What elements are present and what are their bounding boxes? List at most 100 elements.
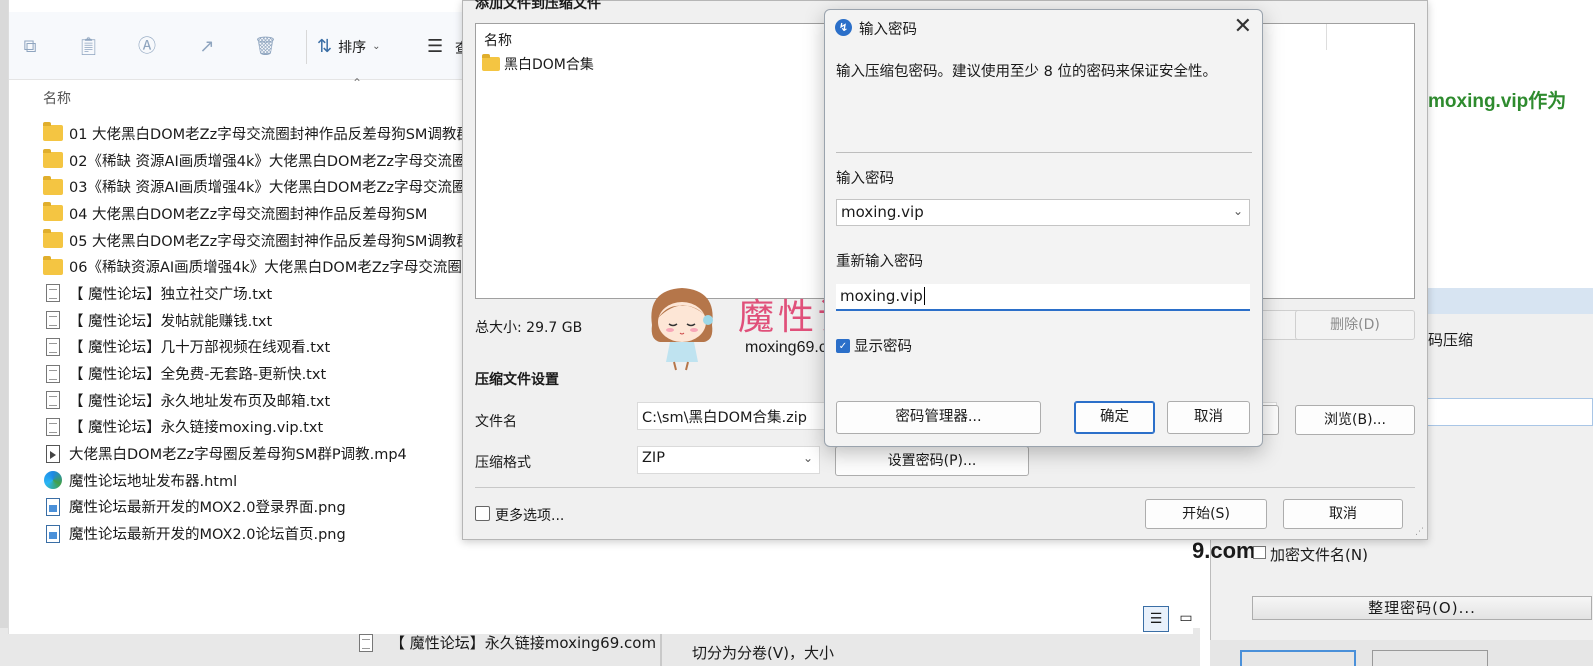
text-file-icon [359,633,373,652]
filename-label: 文件名 [475,414,517,430]
chevron-down-icon[interactable]: ⌄ [1233,204,1243,218]
folder-icon [482,54,500,71]
list-item[interactable]: 04 大佬黑白DOM老Zz字母交流圈封神作品反差母狗SM [43,200,483,227]
list-item[interactable]: 01 大佬黑白DOM老Zz字母交流圈封神作品反差母狗SM调教群 [43,120,483,147]
watermark-mascot-icon [651,288,713,371]
cancel-button[interactable]: 取消 [1167,401,1250,434]
password-dialog-titlebar: ↯ 输入密码 ✕ [825,10,1262,44]
archive-item-name: 黑白DOM合集 [504,57,594,73]
text-file-icon [46,337,60,356]
toolbar-separator [306,30,307,64]
view-icon[interactable]: ☰ [427,36,443,57]
background-focused-button[interactable] [1240,650,1356,666]
delete-button[interactable]: 删除(D) [1295,310,1415,340]
reenter-password-label: 重新输入密码 [836,254,923,270]
list-item[interactable]: 魔性论坛最新开发的MOX2.0论坛首页.png [43,520,483,547]
column-header-name[interactable]: 名称 [43,88,71,108]
video-file-icon [46,444,60,463]
background-compress-label: 码压缩 [1428,331,1474,349]
text-file-icon [46,311,60,330]
rename-icon[interactable]: Ⓐ [136,36,158,58]
format-value: ZIP [642,450,665,466]
reenter-password-input[interactable]: moxing.vip [836,284,1250,311]
list-item[interactable]: 魔性论坛地址发布器.html [43,467,483,494]
text-file-icon [46,284,60,303]
list-item[interactable]: 【 魔性论坛】发帖就能赚钱.txt [43,307,483,334]
more-options-checkbox[interactable] [475,506,490,521]
list-item[interactable]: 【 魔性论坛】独立社交广场.txt [43,280,483,307]
list-item[interactable]: 【 魔性论坛】全免费-无套路-更新快.txt [43,360,483,387]
paste-icon[interactable]: 📋︎ [77,36,100,58]
background-button[interactable] [1372,650,1488,666]
archive-dialog-title: 添加文件到压缩文件 [475,0,601,12]
folder-icon [43,229,63,249]
details-view-icon[interactable]: ☰ [1143,606,1169,632]
text-file-icon [46,364,60,383]
folder-icon [43,175,63,195]
file-name: 魔性论坛最新开发的MOX2.0登录界面.png [69,500,346,517]
list-item[interactable]: 03《稀缺 资源AI画质增强4k》大佬黑白DOM老Zz字母交流圈 [43,173,483,200]
background-input [1410,398,1593,426]
image-file-icon [46,497,60,516]
password-manager-button[interactable]: 密码管理器... [836,401,1041,434]
archive-list-header[interactable]: 名称 [484,30,512,50]
format-label: 压缩格式 [475,455,531,471]
password-description: 输入压缩包密码。建议使用至少 8 位的密码来保证安全性。 [836,64,1217,80]
file-name: 01 大佬黑白DOM老Zz字母交流圈封神作品反差母狗SM调教群 [69,126,471,143]
list-item[interactable]: 大佬黑白DOM老Zz字母圈反差母狗SM群P调教.mp4 [43,440,483,467]
set-password-button[interactable]: 设置密码(P)... [835,446,1029,476]
more-options-label[interactable]: 更多选项... [495,505,564,525]
total-size: 总大小: 29.7 GB [475,320,583,336]
file-name: 05 大佬黑白DOM老Zz字母交流圈封神作品反差母狗SM调教群 [69,233,471,250]
file-name: 【 魔性论坛】几十万部视频在线观看.txt [69,340,331,357]
file-name: 02《稀缺 资源AI画质增强4k》大佬黑白DOM老Zz字母交流圈 [69,153,467,170]
divider [836,152,1252,153]
show-password-label: 显示密码 [854,339,912,355]
list-item[interactable]: 魔性论坛最新开发的MOX2.0登录界面.png [43,494,483,521]
copy-icon[interactable]: ⧉ [19,36,41,58]
file-name: 04 大佬黑白DOM老Zz字母交流圈封神作品反差母狗SM [69,206,428,223]
text-file-icon [46,391,60,410]
file-name: 03《稀缺 资源AI画质增强4k》大佬黑白DOM老Zz字母交流圈 [69,180,467,197]
start-button[interactable]: 开始(S) [1145,499,1267,529]
password-input[interactable]: moxing.vip ⌄ [836,199,1250,226]
text-file-icon [46,417,60,436]
browse-button[interactable]: 浏览(B)... [1295,405,1415,435]
edge-browser-icon [44,471,62,490]
share-icon[interactable]: ↗ [196,36,218,58]
folder-icon [43,149,63,169]
ok-button[interactable]: 确定 [1074,401,1155,434]
file-name: 魔性论坛最新开发的MOX2.0论坛首页.png [69,527,346,544]
tiles-view-icon[interactable]: ▭ [1173,606,1199,632]
file-name: 大佬黑白DOM老Zz字母圈反差母狗SM群P调教.mp4 [69,447,407,464]
background-file-item[interactable]: 【 魔性论坛】永久链接moxing69.com [356,632,656,653]
delete-icon[interactable]: 🗑︎ [254,36,277,58]
divider [475,487,1415,488]
list-item[interactable]: 02《稀缺 资源AI画质增强4k》大佬黑白DOM老Zz字母交流圈 [43,147,483,174]
folder-icon [43,122,63,142]
background-green-text: moxing.vip作为 [1428,91,1567,112]
background-domain-text: 9.com [1192,538,1256,563]
sort-icon: ⇅ [317,36,333,57]
list-item[interactable]: 【 魔性论坛】几十万部视频在线观看.txt [43,334,483,361]
background-file-name: 【 魔性论坛】永久链接moxing69.com [390,634,657,652]
archive-list-item[interactable]: 黑白DOM合集 [482,54,594,74]
password-value: moxing.vip [841,203,924,221]
show-password-toggle[interactable]: ✓ 显示密码 [836,335,912,356]
resize-grip-icon[interactable]: ⋰ [1415,527,1425,537]
file-name: 【 魔性论坛】发帖就能赚钱.txt [69,313,273,330]
close-icon[interactable]: ✕ [1234,15,1252,39]
view-mode-switcher: ☰ ▭ [1143,606,1199,632]
format-select[interactable]: ZIP ⌄ [637,446,820,474]
file-name: 【 魔性论坛】永久地址发布页及邮箱.txt [69,393,331,410]
file-name: 【 魔性论坛】永久链接moxing.vip.txt [69,420,324,437]
list-item[interactable]: 【 魔性论坛】永久链接moxing.vip.txt [43,414,483,441]
list-item[interactable]: 05 大佬黑白DOM老Zz字母交流圈封神作品反差母狗SM调教群 [43,227,483,254]
file-name: 【 魔性论坛】全免费-无套路-更新快.txt [69,367,327,384]
list-item[interactable]: 【 魔性论坛】永久地址发布页及邮箱.txt [43,387,483,414]
sort-button[interactable]: ⇅ 排序 ⌄ [317,36,380,57]
organize-password-button[interactable]: 整理密码(O)... [1252,596,1592,620]
cancel-button[interactable]: 取消 [1283,499,1403,529]
encrypt-filename-checkbox[interactable] [1253,546,1266,559]
list-item[interactable]: 06《稀缺资源AI画质增强4k》大佬黑白DOM老Zz字母交流圈封 [43,253,483,280]
